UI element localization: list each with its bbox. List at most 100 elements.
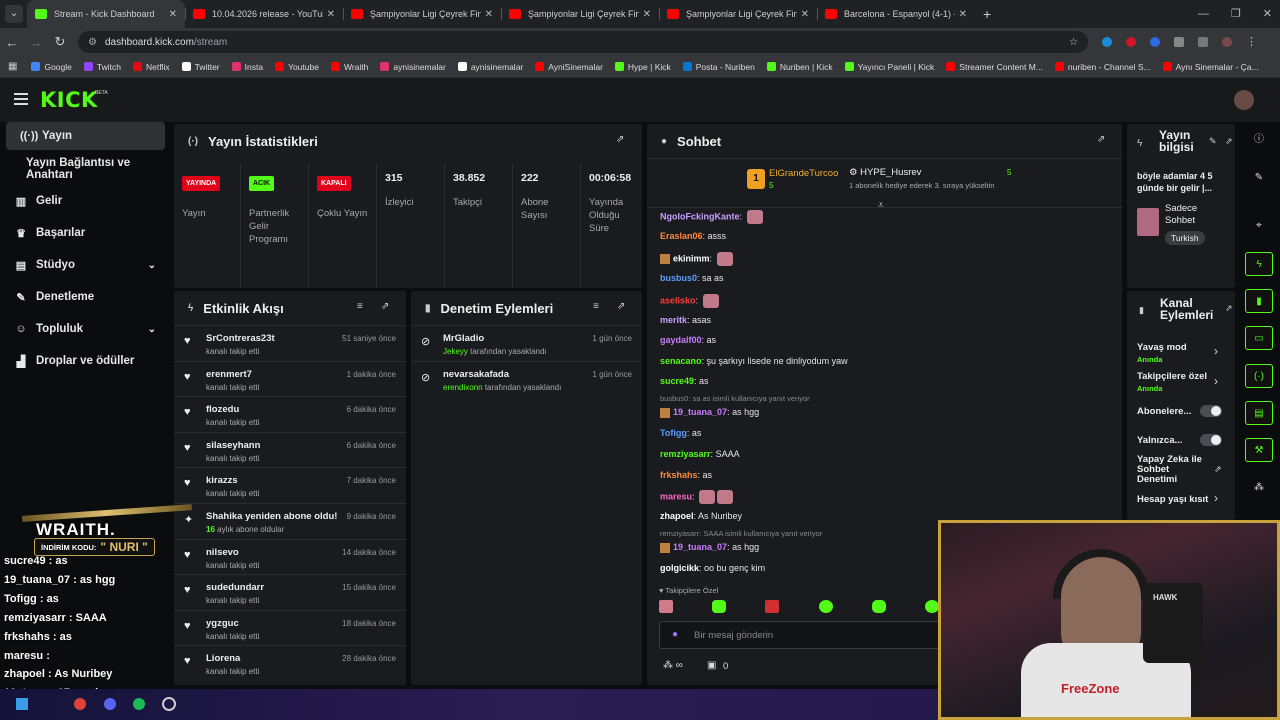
sidebar-item-stream-key[interactable]: Yayın Bağlantısı ve Anahtarı xyxy=(0,155,172,183)
chrome-icon[interactable] xyxy=(74,698,86,710)
document-icon[interactable]: ▮ xyxy=(1245,289,1273,313)
tab-close-icon[interactable]: ✕ xyxy=(801,9,809,20)
bookmark-item[interactable]: Google xyxy=(31,62,72,72)
chat-message[interactable]: maresu: xyxy=(660,490,734,504)
tab-close-icon[interactable]: ✕ xyxy=(959,9,967,20)
browser-menu-icon[interactable]: ⋮ xyxy=(1246,37,1257,48)
activity-row[interactable]: ✦ Shahika yeniden abone oldu! 16 aylık abo… xyxy=(174,503,406,539)
browser-tab[interactable]: 10.04.2026 release - YouTube ✕ xyxy=(185,0,343,28)
chat-username[interactable]: sucre49 xyxy=(660,376,694,386)
bookmark-item[interactable]: Wraith xyxy=(330,62,368,72)
chat-username[interactable]: busbus0 xyxy=(660,273,697,283)
emote-icon[interactable] xyxy=(818,600,833,613)
popout-icon[interactable]: ⇗ xyxy=(381,301,389,312)
chat-message[interactable]: 19_tuana_07: as hgg xyxy=(660,542,759,553)
chat-username[interactable]: Eraslan06 xyxy=(660,231,703,241)
chevron-right-icon[interactable]: › xyxy=(1214,344,1218,358)
chat-message[interactable]: meritk: asas xyxy=(660,315,711,325)
maximize-icon[interactable]: ❐ xyxy=(1231,0,1241,28)
kick-logo[interactable]: KICK xyxy=(40,88,98,112)
chat-message[interactable]: remziyasarr: SAAA xyxy=(660,449,740,459)
edit-icon[interactable]: ✎ xyxy=(1245,166,1273,190)
microphone-icon[interactable]: ● xyxy=(672,629,678,640)
info-icon[interactable]: ⓘ xyxy=(1245,128,1273,152)
sidebar-item-studyo[interactable]: ▤ Stüdyo ⌄ xyxy=(0,251,172,279)
top-gifter-name[interactable]: ElGrandeTurcoo xyxy=(769,168,838,179)
moderation-row[interactable]: ⊘ MrGladio Jekeyy tarafından yasaklandı … xyxy=(411,325,642,361)
subscribers-only-toggle[interactable] xyxy=(1200,405,1222,417)
bookmark-item[interactable]: Yayıncı Paneli | Kick xyxy=(844,62,934,72)
windows-start-icon[interactable] xyxy=(16,698,28,710)
activity-row[interactable]: ♥ erenmert7 kanalı takip etti 1 dakika önce xyxy=(174,360,406,397)
chat-message[interactable]: ekinimm: xyxy=(660,252,733,266)
bookmark-item[interactable]: Streamer Content M... xyxy=(946,62,1043,72)
tab-search-button[interactable]: ⌄ xyxy=(5,5,23,23)
bookmark-item[interactable]: aynisinemalar xyxy=(457,62,523,72)
activity-row[interactable]: ♥ silaseyhann kanalı takip etti 6 dakika ön… xyxy=(174,431,406,468)
activity-row[interactable]: ♥ Liorena kanalı takip etti 28 dakika önce xyxy=(174,645,406,681)
reload-icon[interactable]: ↻ xyxy=(48,34,72,50)
user-avatar[interactable] xyxy=(1234,90,1254,110)
chat-message[interactable]: zhapoel: As Nuribey xyxy=(660,511,742,521)
bookmark-item[interactable]: Youtube xyxy=(275,62,319,72)
points-infinity-icon[interactable]: ⁂ ∞ xyxy=(663,660,683,671)
popout-icon[interactable]: ⇗ xyxy=(1097,134,1105,145)
browser-tab[interactable]: Stream - Kick Dashboard ✕ xyxy=(27,0,185,28)
sidebar-item-denetleme[interactable]: ✎ Denetleme xyxy=(0,283,172,311)
extension-icon[interactable] xyxy=(1102,37,1112,47)
bookmark-item[interactable]: AyniSinemalar xyxy=(535,62,603,72)
discord-icon[interactable] xyxy=(104,698,116,710)
extensions-puzzle-icon[interactable] xyxy=(1174,37,1184,47)
chat-username[interactable]: 19_tuana_07 xyxy=(673,542,727,552)
clip-icon[interactable]: ⌖ xyxy=(1245,214,1273,238)
chat-username[interactable]: gaydalf00 xyxy=(660,335,702,345)
spotify-icon[interactable] xyxy=(133,698,145,710)
sidebar-item-droplar[interactable]: ▟ Droplar ve ödüller xyxy=(0,347,172,375)
bookmark-item[interactable]: Twitch xyxy=(83,62,121,72)
chat-username[interactable]: zhapoel xyxy=(660,511,694,521)
forward-arrow-icon[interactable]: → xyxy=(24,35,48,50)
chat-message[interactable]: golgicikk: oo bu genç kim xyxy=(660,563,765,573)
activity-row[interactable]: ♥ nilsevo kanalı takip etti 14 dakika önce xyxy=(174,538,406,575)
site-info-icon[interactable]: ⚙ xyxy=(88,37,97,48)
profile-avatar-icon[interactable] xyxy=(1222,37,1232,47)
new-tab-plus-icon[interactable]: + xyxy=(983,6,991,22)
extension-icon[interactable] xyxy=(1126,37,1136,47)
moderation-row[interactable]: ⊘ nevarsakafada erendixonn tarafından ya… xyxy=(411,361,642,397)
sidebar-item-gelir[interactable]: ▥ Gelir xyxy=(0,187,172,215)
bookmark-item[interactable]: Insta xyxy=(231,62,263,72)
lightning-icon[interactable]: ϟ xyxy=(1245,252,1273,276)
chevron-right-icon[interactable]: › xyxy=(1214,491,1218,505)
bookmark-item[interactable]: nuriben - Channel S... xyxy=(1054,62,1151,72)
wrench-icon[interactable]: ⚒ xyxy=(1245,438,1273,462)
hamburger-menu-icon[interactable] xyxy=(14,93,28,105)
sidebar-item-basarilar[interactable]: ♛ Başarılar xyxy=(0,219,172,247)
emote-icon[interactable] xyxy=(712,600,727,613)
activity-row[interactable]: ♥ flozedu kanalı takip etti 6 dakika önce xyxy=(174,396,406,432)
tab-close-icon[interactable]: ✕ xyxy=(643,9,651,20)
account-age-action[interactable]: Hesap yaşı kısıt xyxy=(1137,494,1208,505)
popout-icon[interactable]: ⇗ xyxy=(1214,464,1222,475)
browser-tab[interactable]: Barcelona - Espanyol (4-1) - Ma ✕ xyxy=(817,0,975,28)
chat-message[interactable]: gaydalf00: as xyxy=(660,335,716,345)
chat-message[interactable]: sucre49: as xyxy=(660,376,709,386)
chat-username[interactable]: meritk xyxy=(660,315,687,325)
chat-message[interactable]: NgoloFckingKante: xyxy=(660,210,763,224)
media-control-icon[interactable] xyxy=(1198,37,1208,47)
obs-icon[interactable] xyxy=(162,697,176,711)
chat-username[interactable]: ekinimm xyxy=(673,253,710,263)
edit-pencil-icon[interactable]: ✎ xyxy=(1209,136,1217,147)
emote-icon[interactable] xyxy=(924,600,939,613)
chat-username[interactable]: golgicikk xyxy=(660,563,699,573)
browser-tab[interactable]: Şampiyonlar Ligi Çeyrek Final | ✕ xyxy=(501,0,659,28)
tab-close-icon[interactable]: ✕ xyxy=(327,9,335,20)
chat-username[interactable]: NgoloFckingKante xyxy=(660,211,740,221)
chat-username[interactable]: frkshahs xyxy=(660,470,698,480)
popout-icon[interactable]: ⇗ xyxy=(1225,136,1233,147)
bookmark-item[interactable]: Aynı Sinemalar - Ça... xyxy=(1162,62,1259,72)
chat-message[interactable]: senacano: şu şarkıyı lisede ne dinliyodu… xyxy=(660,356,848,366)
hype-user[interactable]: ⚙ HYPE_Husrev xyxy=(849,167,921,178)
chat-message[interactable]: frkshahs: as xyxy=(660,470,712,480)
ai-moderation-action[interactable]: Yapay Zeka ile Sohbet Denetimi xyxy=(1137,455,1209,485)
record-icon[interactable]: ▤ xyxy=(1245,401,1273,425)
